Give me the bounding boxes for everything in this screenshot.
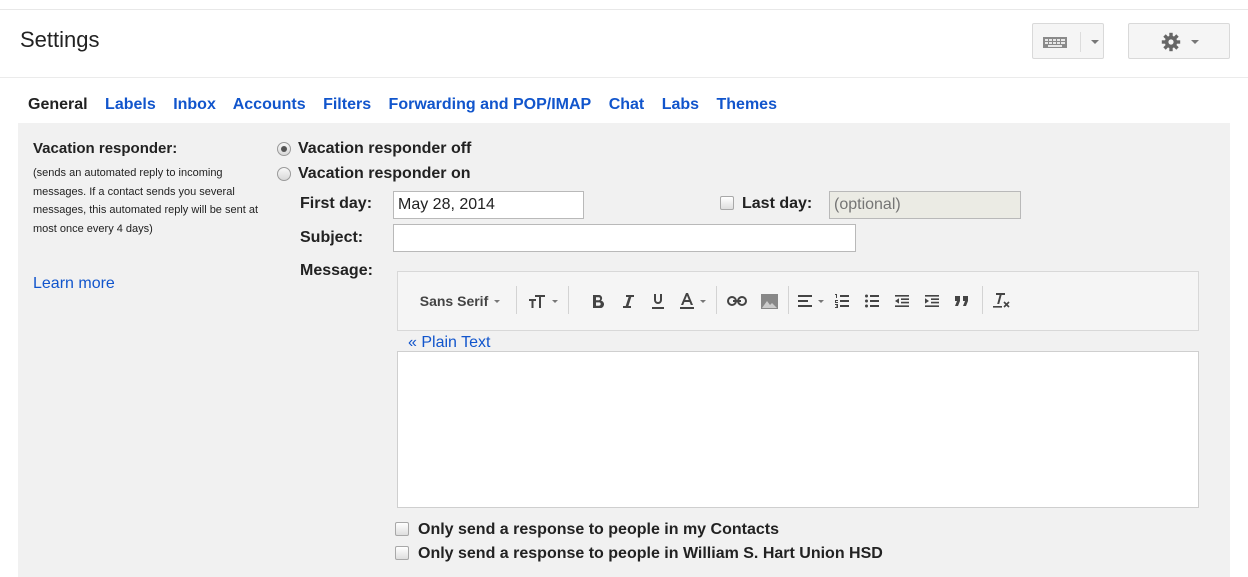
subject-input[interactable] <box>393 224 856 252</box>
italic-icon <box>623 294 634 308</box>
underline-icon <box>652 293 664 309</box>
font-family-label: Sans Serif <box>419 293 489 309</box>
tab-labels[interactable]: Labels <box>105 96 156 113</box>
toolbar-divider <box>716 286 717 314</box>
message-editor[interactable] <box>397 351 1199 508</box>
align-button[interactable] <box>796 291 826 311</box>
gear-icon <box>1161 32 1181 52</box>
last-day-input[interactable] <box>829 191 1021 219</box>
text-color-icon <box>680 293 694 309</box>
first-day-label: First day: <box>300 195 373 212</box>
toolbar-divider <box>568 286 569 314</box>
plain-text-link[interactable]: « Plain Text <box>408 334 490 352</box>
insert-image-button[interactable] <box>758 291 780 311</box>
tab-labs[interactable]: Labs <box>662 96 699 113</box>
font-size-icon <box>529 295 545 308</box>
indent-less-icon <box>895 295 909 307</box>
contacts-only-label[interactable]: Only send a response to people in my Con… <box>418 521 779 539</box>
tab-filters[interactable]: Filters <box>323 96 371 113</box>
vacation-on-label[interactable]: Vacation responder on <box>298 165 470 183</box>
chevron-down-icon <box>552 299 558 303</box>
chevron-down-icon[interactable] <box>1091 40 1099 44</box>
link-icon <box>727 296 747 306</box>
numbered-list-icon <box>835 294 849 308</box>
subject-label: Subject: <box>300 229 364 246</box>
remove-formatting-button[interactable] <box>990 291 1014 311</box>
bulleted-list-icon <box>865 294 879 308</box>
tab-inbox[interactable]: Inbox <box>173 96 216 113</box>
tab-themes[interactable]: Themes <box>717 96 777 113</box>
chevron-down-icon <box>818 299 824 303</box>
align-icon <box>798 295 812 307</box>
underline-button[interactable] <box>648 291 668 311</box>
settings-menu-button[interactable] <box>1128 23 1230 59</box>
link-button[interactable] <box>724 291 750 311</box>
bold-icon <box>593 294 604 308</box>
tab-forwarding-pop-imap[interactable]: Forwarding and POP/IMAP <box>389 96 592 113</box>
chevron-down-icon <box>1191 40 1199 44</box>
page-title: Settings <box>20 27 100 52</box>
vacation-off-label[interactable]: Vacation responder off <box>298 140 471 158</box>
indent-more-button[interactable] <box>922 291 942 311</box>
tab-chat[interactable]: Chat <box>609 96 645 113</box>
font-family-dropdown[interactable]: Sans Serif <box>410 291 510 311</box>
indent-more-icon <box>925 295 939 307</box>
keyboard-icon <box>1043 37 1067 48</box>
vacation-responder-title: Vacation responder: <box>33 140 178 157</box>
bulleted-list-button[interactable] <box>862 291 882 311</box>
toolbar-divider <box>788 286 789 314</box>
toolbar-divider <box>516 286 517 314</box>
text-color-button[interactable] <box>678 291 708 311</box>
quote-button[interactable] <box>952 291 972 311</box>
image-icon <box>760 293 778 309</box>
domain-only-checkbox[interactable] <box>395 546 409 560</box>
bold-button[interactable] <box>588 291 608 311</box>
toolbar-divider <box>982 286 983 314</box>
last-day-checkbox[interactable] <box>720 196 734 210</box>
font-size-button[interactable] <box>526 291 560 311</box>
tab-accounts[interactable]: Accounts <box>233 96 306 113</box>
vacation-responder-description: (sends an automated reply to incoming me… <box>33 167 259 235</box>
last-day-label[interactable]: Last day: <box>742 195 812 213</box>
button-divider <box>1080 32 1081 52</box>
remove-formatting-icon <box>993 293 1010 308</box>
vacation-on-radio[interactable] <box>277 167 291 181</box>
message-label: Message: <box>300 262 373 279</box>
first-day-input[interactable] <box>393 191 584 219</box>
domain-only-label[interactable]: Only send a response to people in Willia… <box>418 545 883 563</box>
header-divider <box>0 77 1248 78</box>
contacts-only-checkbox[interactable] <box>395 522 409 536</box>
indent-less-button[interactable] <box>892 291 912 311</box>
italic-button[interactable] <box>618 291 638 311</box>
formatting-toolbar: Sans Serif <box>397 271 1199 331</box>
input-tools-button[interactable] <box>1032 23 1104 59</box>
chevron-down-icon <box>494 299 501 303</box>
chevron-down-icon <box>700 299 706 303</box>
top-strip <box>0 0 1248 10</box>
settings-tabs: General Labels Inbox Accounts Filters Fo… <box>28 96 790 114</box>
tab-general[interactable]: General <box>28 96 88 113</box>
vacation-off-radio[interactable] <box>277 142 291 156</box>
numbered-list-button[interactable] <box>832 291 852 311</box>
quote-icon <box>955 296 968 306</box>
learn-more-link[interactable]: Learn more <box>33 275 115 293</box>
